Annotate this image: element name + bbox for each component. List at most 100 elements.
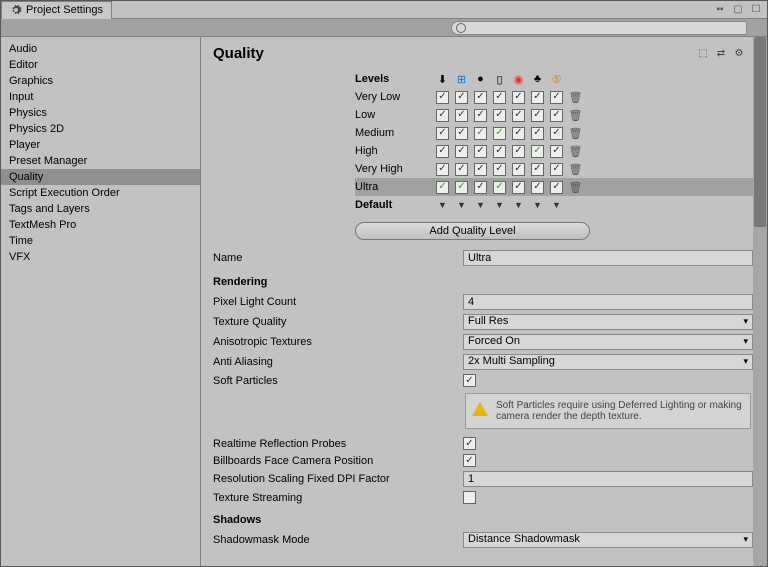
- level-checkbox[interactable]: ✓: [455, 109, 468, 122]
- trash-icon[interactable]: 🗑: [569, 91, 583, 104]
- level-row-very-high[interactable]: Very High✓✓✓✓✓✓✓🗑: [355, 160, 757, 178]
- level-checkbox[interactable]: ✓: [455, 91, 468, 104]
- level-checkbox[interactable]: ✓: [512, 145, 525, 158]
- level-checkbox[interactable]: ✓: [512, 181, 525, 194]
- add-quality-button[interactable]: Add Quality Level: [355, 222, 590, 240]
- sm-select[interactable]: Distance Shadowmask: [463, 532, 753, 548]
- level-checkbox[interactable]: ✓: [493, 127, 506, 140]
- default-dropdown[interactable]: ▼: [435, 198, 450, 213]
- trash-icon[interactable]: 🗑: [569, 163, 583, 176]
- rsf-input[interactable]: [463, 471, 753, 487]
- level-row-very-low[interactable]: Very Low✓✓✓✓✓✓✓🗑: [355, 88, 757, 106]
- default-dropdown[interactable]: ▼: [473, 198, 488, 213]
- default-dropdown[interactable]: ▼: [549, 198, 564, 213]
- level-checkbox[interactable]: ✓: [550, 127, 563, 140]
- level-checkbox[interactable]: ✓: [531, 145, 544, 158]
- level-row-ultra[interactable]: Ultra✓✓✓✓✓✓✓🗑: [355, 178, 757, 196]
- sidebar-item-player[interactable]: Player: [1, 137, 200, 153]
- trash-icon[interactable]: 🗑: [569, 181, 583, 194]
- name-input[interactable]: [463, 250, 753, 266]
- download-icon: ⬇: [436, 72, 450, 86]
- level-checkbox[interactable]: ✓: [455, 181, 468, 194]
- level-label: Very High: [355, 163, 435, 175]
- level-checkbox[interactable]: ✓: [531, 163, 544, 176]
- default-dropdown[interactable]: ▼: [454, 198, 469, 213]
- default-dropdown[interactable]: ▼: [530, 198, 545, 213]
- level-checkbox[interactable]: ✓: [531, 127, 544, 140]
- sidebar-item-physics-2d[interactable]: Physics 2D: [1, 121, 200, 137]
- sidebar-item-textmesh-pro[interactable]: TextMesh Pro: [1, 217, 200, 233]
- settings-icon[interactable]: ⚙: [731, 47, 747, 61]
- sidebar-item-vfx[interactable]: VFX: [1, 249, 200, 265]
- trash-icon[interactable]: 🗑: [569, 145, 583, 158]
- help-icon[interactable]: ⬚: [695, 47, 711, 61]
- search-bar: [1, 19, 767, 37]
- level-checkbox[interactable]: ✓: [474, 181, 487, 194]
- default-dropdown[interactable]: ▼: [511, 198, 526, 213]
- level-checkbox[interactable]: ✓: [512, 127, 525, 140]
- level-checkbox[interactable]: ✓: [436, 109, 449, 122]
- level-checkbox[interactable]: ✓: [436, 163, 449, 176]
- level-checkbox[interactable]: ✓: [474, 109, 487, 122]
- sidebar-item-audio[interactable]: Audio: [1, 41, 200, 57]
- level-checkbox[interactable]: ✓: [493, 145, 506, 158]
- tq-select[interactable]: Full Res: [463, 314, 753, 330]
- default-dropdown[interactable]: ▼: [492, 198, 507, 213]
- level-checkbox[interactable]: ✓: [436, 145, 449, 158]
- level-checkbox[interactable]: ✓: [550, 145, 563, 158]
- level-checkbox[interactable]: ✓: [531, 109, 544, 122]
- level-checkbox[interactable]: ✓: [474, 163, 487, 176]
- trash-icon[interactable]: 🗑: [569, 109, 583, 122]
- level-checkbox[interactable]: ✓: [493, 91, 506, 104]
- level-checkbox[interactable]: ✓: [455, 127, 468, 140]
- level-checkbox[interactable]: ✓: [550, 91, 563, 104]
- level-checkbox[interactable]: ✓: [531, 91, 544, 104]
- scrollbar-thumb[interactable]: [754, 37, 766, 227]
- level-checkbox[interactable]: ✓: [436, 181, 449, 194]
- level-checkbox[interactable]: ✓: [455, 145, 468, 158]
- level-checkbox[interactable]: ✓: [512, 91, 525, 104]
- level-row-medium[interactable]: Medium✓✓✓✓✓✓✓🗑: [355, 124, 757, 142]
- level-checkbox[interactable]: ✓: [512, 109, 525, 122]
- dock-icon[interactable]: ▪▪: [713, 4, 727, 16]
- sidebar-item-input[interactable]: Input: [1, 89, 200, 105]
- sp-checkbox[interactable]: ✓: [463, 374, 476, 387]
- preset-icon[interactable]: ⇄: [713, 47, 729, 61]
- level-checkbox[interactable]: ✓: [493, 181, 506, 194]
- rrp-checkbox[interactable]: ✓: [463, 437, 476, 450]
- level-checkbox[interactable]: ✓: [474, 145, 487, 158]
- sidebar-item-preset-manager[interactable]: Preset Manager: [1, 153, 200, 169]
- level-checkbox[interactable]: ✓: [531, 181, 544, 194]
- aa-select[interactable]: 2x Multi Sampling: [463, 354, 753, 370]
- scrollbar[interactable]: [753, 37, 767, 566]
- level-checkbox[interactable]: ✓: [550, 109, 563, 122]
- maximize-icon[interactable]: ☐: [749, 4, 763, 16]
- plc-input[interactable]: [463, 294, 753, 310]
- search-input[interactable]: [451, 21, 747, 35]
- level-checkbox[interactable]: ✓: [493, 109, 506, 122]
- level-row-high[interactable]: High✓✓✓✓✓✓✓🗑: [355, 142, 757, 160]
- level-checkbox[interactable]: ✓: [512, 163, 525, 176]
- sidebar-item-time[interactable]: Time: [1, 233, 200, 249]
- level-checkbox[interactable]: ✓: [550, 163, 563, 176]
- sidebar-item-editor[interactable]: Editor: [1, 57, 200, 73]
- level-row-low[interactable]: Low✓✓✓✓✓✓✓🗑: [355, 106, 757, 124]
- level-checkbox[interactable]: ✓: [493, 163, 506, 176]
- sidebar-item-script-execution-order[interactable]: Script Execution Order: [1, 185, 200, 201]
- level-checkbox[interactable]: ✓: [550, 181, 563, 194]
- ts-checkbox[interactable]: [463, 491, 476, 504]
- sidebar-item-graphics[interactable]: Graphics: [1, 73, 200, 89]
- level-checkbox[interactable]: ✓: [436, 91, 449, 104]
- bfc-checkbox[interactable]: ✓: [463, 454, 476, 467]
- minimize-icon[interactable]: ▢: [731, 4, 745, 16]
- level-checkbox[interactable]: ✓: [474, 91, 487, 104]
- sidebar-item-physics[interactable]: Physics: [1, 105, 200, 121]
- sidebar-item-tags-and-layers[interactable]: Tags and Layers: [1, 201, 200, 217]
- level-checkbox[interactable]: ✓: [455, 163, 468, 176]
- level-checkbox[interactable]: ✓: [436, 127, 449, 140]
- at-select[interactable]: Forced On: [463, 334, 753, 350]
- sidebar-item-quality[interactable]: Quality: [1, 169, 200, 185]
- trash-icon[interactable]: 🗑: [569, 127, 583, 140]
- level-checkbox[interactable]: ✓: [474, 127, 487, 140]
- window-tab[interactable]: Project Settings: [1, 1, 112, 19]
